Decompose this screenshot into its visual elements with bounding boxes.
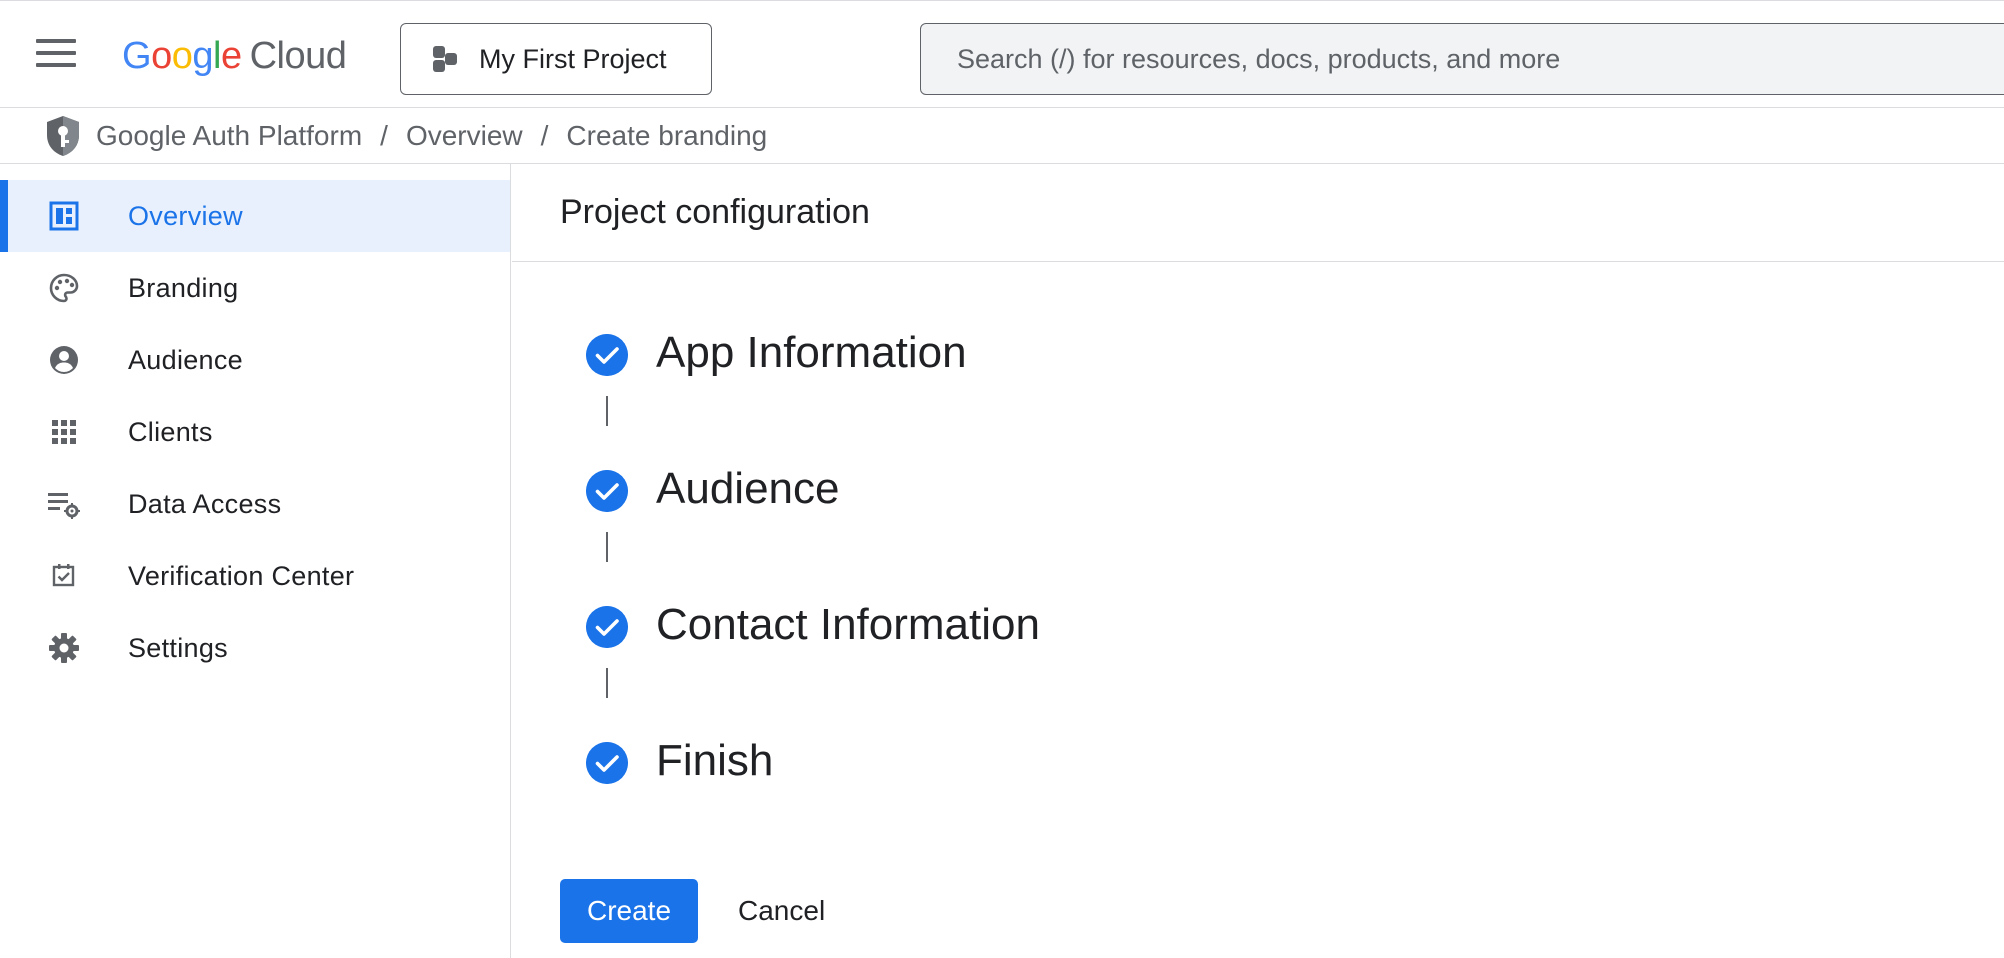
breadcrumb-separator: /: [380, 119, 388, 151]
main-header: Project configuration: [512, 164, 2004, 262]
main-content: Project configuration App Information Au…: [512, 164, 2004, 958]
breadcrumb-create-branding: Create branding: [566, 119, 768, 151]
palette-icon: [46, 270, 82, 306]
sidebar-item-label: Clients: [128, 416, 213, 447]
search-box[interactable]: [920, 23, 2004, 95]
sidebar-item-data-access[interactable]: Data Access: [0, 468, 510, 540]
sidebar-item-branding[interactable]: Branding: [0, 252, 510, 324]
gear-icon: [46, 630, 82, 666]
step-label: Audience: [656, 464, 840, 513]
breadcrumb-overview[interactable]: Overview: [406, 120, 523, 152]
google-cloud-logo[interactable]: Google Cloud: [122, 35, 347, 78]
dashboard-icon: [46, 198, 82, 234]
form-actions: Create Cancel: [560, 879, 825, 943]
sidebar-item-label: Verification Center: [128, 560, 355, 591]
project-name: My First Project: [479, 43, 667, 74]
sidebar-item-label: Settings: [128, 632, 228, 663]
sidebar-item-audience[interactable]: Audience: [0, 324, 510, 396]
list-settings-icon: [46, 486, 82, 522]
step-label: Contact Information: [656, 600, 1040, 649]
sidebar-item-label: Data Access: [128, 488, 282, 519]
breadcrumb-google-auth-platform[interactable]: Google Auth Platform: [96, 120, 362, 152]
sidebar-item-label: Overview: [128, 200, 243, 231]
main-menu-icon[interactable]: [36, 39, 76, 79]
check-circle-icon: [586, 742, 628, 784]
shield-key-icon: [47, 115, 79, 156]
sidebar-nav: Overview Branding Audience Clients Data …: [0, 164, 511, 958]
page-title: Project configuration: [560, 193, 870, 231]
check-circle-icon: [586, 606, 628, 648]
project-hexagon-icon: [429, 44, 459, 74]
checkbox-icon: [46, 558, 82, 594]
sidebar-item-clients[interactable]: Clients: [0, 396, 510, 468]
sidebar-item-verification-center[interactable]: Verification Center: [0, 540, 510, 612]
cancel-button[interactable]: Cancel: [738, 895, 825, 927]
step-label: App Information: [656, 328, 967, 377]
step-label: Finish: [656, 736, 774, 785]
sidebar-item-overview[interactable]: Overview: [0, 180, 510, 252]
breadcrumb-separator: /: [540, 119, 549, 151]
sidebar-item-label: Audience: [128, 344, 243, 375]
create-button[interactable]: Create: [560, 879, 698, 943]
step-connector: [606, 668, 608, 698]
apps-grid-icon: [46, 414, 82, 450]
check-circle-icon: [586, 334, 628, 376]
search-input[interactable]: [957, 43, 1857, 75]
step-connector: [606, 396, 608, 426]
sidebar-item-label: Branding: [128, 272, 239, 303]
check-circle-icon: [586, 470, 628, 512]
account-circle-icon: [46, 342, 82, 378]
breadcrumb: Google Auth Platform / Overview / Create…: [0, 108, 2004, 164]
top-bar: Google Cloud My First Project: [0, 0, 2004, 108]
step-connector: [606, 532, 608, 562]
project-selector-button[interactable]: My First Project: [400, 23, 712, 95]
sidebar-item-settings[interactable]: Settings: [0, 612, 510, 684]
